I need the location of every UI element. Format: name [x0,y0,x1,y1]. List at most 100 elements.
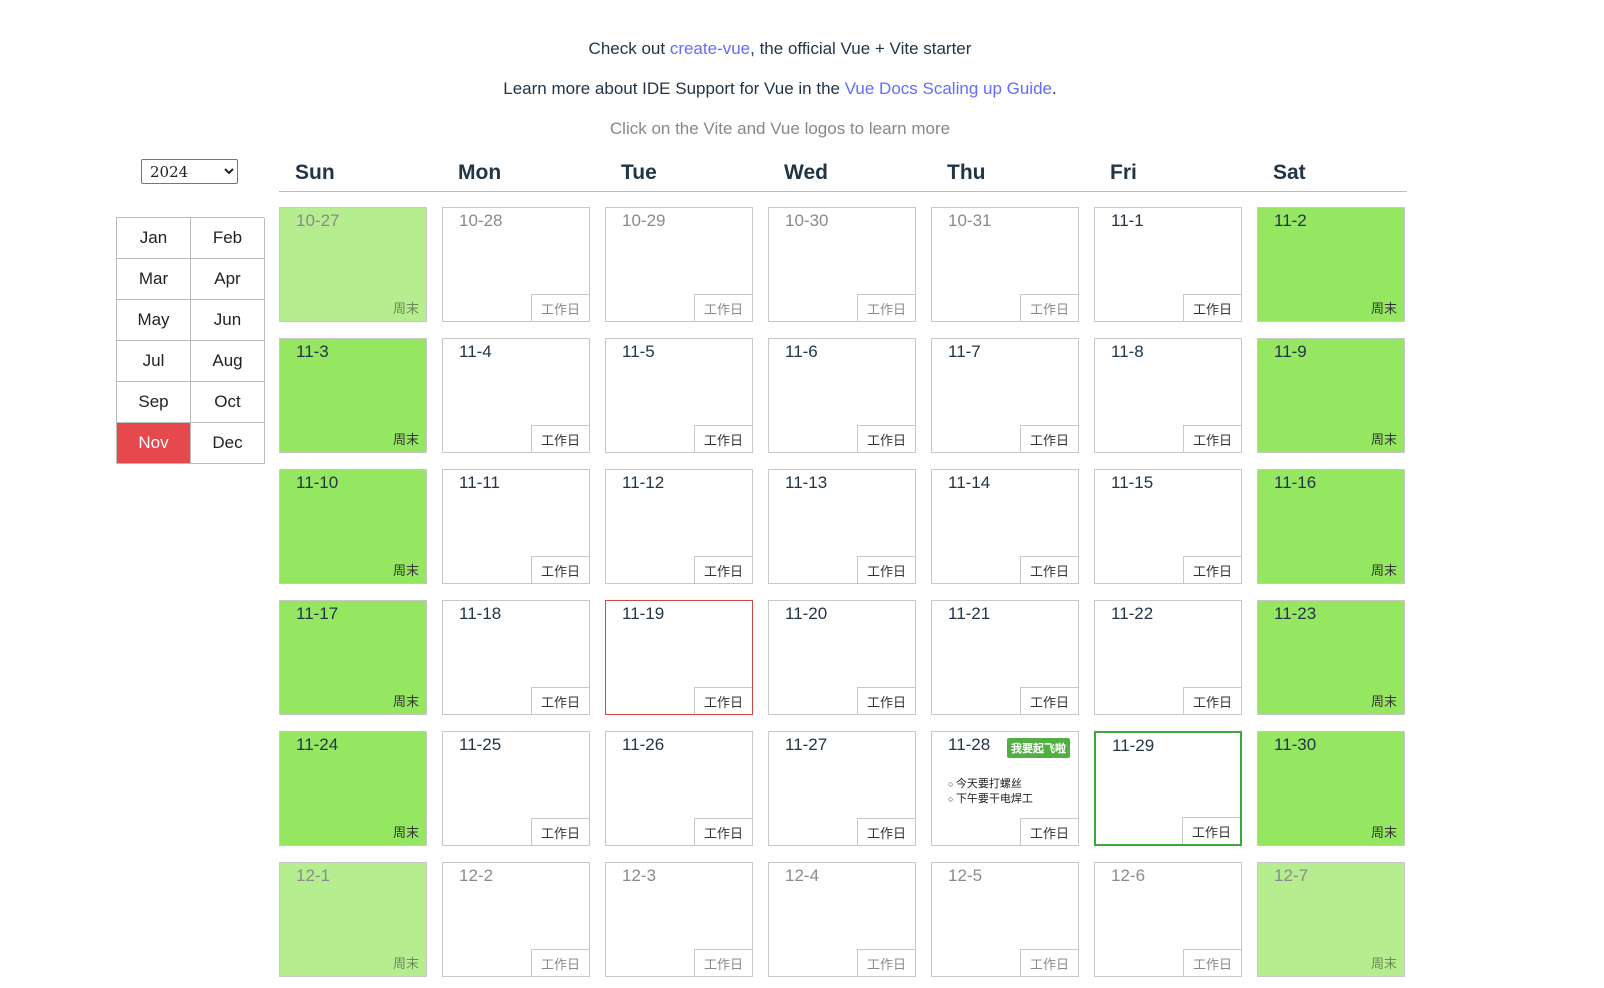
date-label: 11-15 [1111,473,1154,492]
day-cell-11-25[interactable]: 11-25 工作日 [442,731,590,846]
weekday-sun: Sun [295,161,335,184]
day-cell-11-3[interactable]: 11-3 周末 [279,338,427,453]
day-cell-11-24[interactable]: 11-24 周末 [279,731,427,846]
day-cell-11-6[interactable]: 11-6 工作日 [768,338,916,453]
day-cell-11-10[interactable]: 11-10 周末 [279,469,427,584]
day-cell-11-28[interactable]: 11-28 我要起飞啦今天要打螺丝下午要干电焊工工作日 [931,731,1079,846]
date-label: 11-19 [622,604,665,623]
day-cell-11-9[interactable]: 11-9 周末 [1257,338,1405,453]
intro-line-ide-support: Learn more about IDE Support for Vue in … [0,79,1560,99]
month-oct[interactable]: Oct [191,382,265,423]
workday-tag: 工作日 [857,294,915,321]
workday-tag: 工作日 [531,294,589,321]
month-may[interactable]: May [117,300,191,341]
workday-tag: 工作日 [1020,556,1078,583]
weekend-tag: 周末 [1370,432,1397,447]
month-jun[interactable]: Jun [191,300,265,341]
date-label: 10-30 [785,211,829,230]
date-label: 11-29 [1112,736,1155,755]
workday-tag: 工作日 [531,425,589,452]
day-cell-12-3[interactable]: 12-3 工作日 [605,862,753,977]
day-cell-11-11[interactable]: 11-11 工作日 [442,469,590,584]
day-cell-11-7[interactable]: 11-7 工作日 [931,338,1079,453]
month-apr[interactable]: Apr [191,259,265,300]
date-label: 11-10 [296,473,339,492]
day-cell-11-1[interactable]: 11-1 工作日 [1094,207,1242,322]
day-cell-11-12[interactable]: 11-12 工作日 [605,469,753,584]
day-cell-12-5[interactable]: 12-5 工作日 [931,862,1079,977]
day-cell-11-30[interactable]: 11-30 周末 [1257,731,1405,846]
weekday-header: Sun Mon Tue Wed Thu Fri Sat [279,159,1407,192]
month-feb[interactable]: Feb [191,218,265,259]
day-cell-11-22[interactable]: 11-22 工作日 [1094,600,1242,715]
month-aug[interactable]: Aug [191,341,265,382]
day-cell-11-16[interactable]: 11-16 周末 [1257,469,1405,584]
day-cell-10-29[interactable]: 10-29 工作日 [605,207,753,322]
workday-tag: 工作日 [1183,949,1241,976]
day-cell-12-7[interactable]: 12-7 周末 [1257,862,1405,977]
date-label: 11-23 [1274,604,1317,623]
day-cell-12-2[interactable]: 12-2 工作日 [442,862,590,977]
day-cell-11-4[interactable]: 11-4 工作日 [442,338,590,453]
workday-tag: 工作日 [857,949,915,976]
weekend-tag: 周末 [392,694,419,709]
date-label: 11-9 [1274,342,1307,361]
date-label: 12-2 [459,866,494,885]
date-label: 11-1 [1111,211,1144,230]
date-label: 11-28 [948,735,991,754]
workday-tag: 工作日 [1020,949,1078,976]
month-jul[interactable]: Jul [117,341,191,382]
create-vue-link[interactable]: create-vue [670,39,750,58]
workday-tag: 工作日 [694,425,752,452]
month-mar[interactable]: Mar [117,259,191,300]
day-cell-11-2[interactable]: 11-2 周末 [1257,207,1405,322]
date-label: 11-6 [785,342,818,361]
day-cell-11-15[interactable]: 11-15 工作日 [1094,469,1242,584]
day-cell-11-20[interactable]: 11-20 工作日 [768,600,916,715]
day-cell-11-27[interactable]: 11-27 工作日 [768,731,916,846]
day-cell-10-31[interactable]: 10-31 工作日 [931,207,1079,322]
day-cell-11-8[interactable]: 11-8 工作日 [1094,338,1242,453]
day-cell-11-29[interactable]: 11-29 工作日 [1094,731,1242,846]
day-cell-10-28[interactable]: 10-28 工作日 [442,207,590,322]
date-label: 11-30 [1274,735,1317,754]
vue-docs-link[interactable]: Vue Docs Scaling up Guide [845,79,1052,98]
date-label: 12-1 [296,866,331,885]
date-label: 11-12 [622,473,665,492]
day-cell-11-14[interactable]: 11-14 工作日 [931,469,1079,584]
day-cell-11-18[interactable]: 11-18 工作日 [442,600,590,715]
day-cell-11-26[interactable]: 11-26 工作日 [605,731,753,846]
weekday-wed: Wed [784,161,828,184]
day-cell-11-21[interactable]: 11-21 工作日 [931,600,1079,715]
year-select[interactable]: 2024 [141,159,238,184]
month-dec[interactable]: Dec [191,423,265,464]
date-label: 12-4 [785,866,820,885]
date-label: 10-29 [622,211,666,230]
day-cell-12-6[interactable]: 12-6 工作日 [1094,862,1242,977]
month-sep[interactable]: Sep [117,382,191,423]
event-list: 今天要打螺丝下午要干电焊工 [948,777,1033,807]
day-cell-12-1[interactable]: 12-1 周末 [279,862,427,977]
workday-tag: 工作日 [1183,556,1241,583]
day-cell-11-19[interactable]: 11-19 工作日 [605,600,753,715]
month-jan[interactable]: Jan [117,218,191,259]
date-label: 11-7 [948,342,981,361]
workday-tag: 工作日 [531,687,589,714]
weekday-fri: Fri [1110,161,1137,184]
workday-tag: 工作日 [1020,294,1078,321]
workday-tag: 工作日 [1182,817,1240,844]
date-label: 12-3 [622,866,657,885]
day-cell-11-13[interactable]: 11-13 工作日 [768,469,916,584]
month-nov[interactable]: Nov [117,423,191,464]
day-cell-10-27[interactable]: 10-27 周末 [279,207,427,322]
day-cell-11-5[interactable]: 11-5 工作日 [605,338,753,453]
workday-tag: 工作日 [857,818,915,845]
date-label: 11-25 [459,735,502,754]
workday-tag: 工作日 [1183,294,1241,321]
day-cell-12-4[interactable]: 12-4 工作日 [768,862,916,977]
weekday-sat: Sat [1273,161,1306,184]
date-label: 11-3 [296,342,329,361]
day-cell-11-17[interactable]: 11-17 周末 [279,600,427,715]
day-cell-11-23[interactable]: 11-23 周末 [1257,600,1405,715]
day-cell-10-30[interactable]: 10-30 工作日 [768,207,916,322]
